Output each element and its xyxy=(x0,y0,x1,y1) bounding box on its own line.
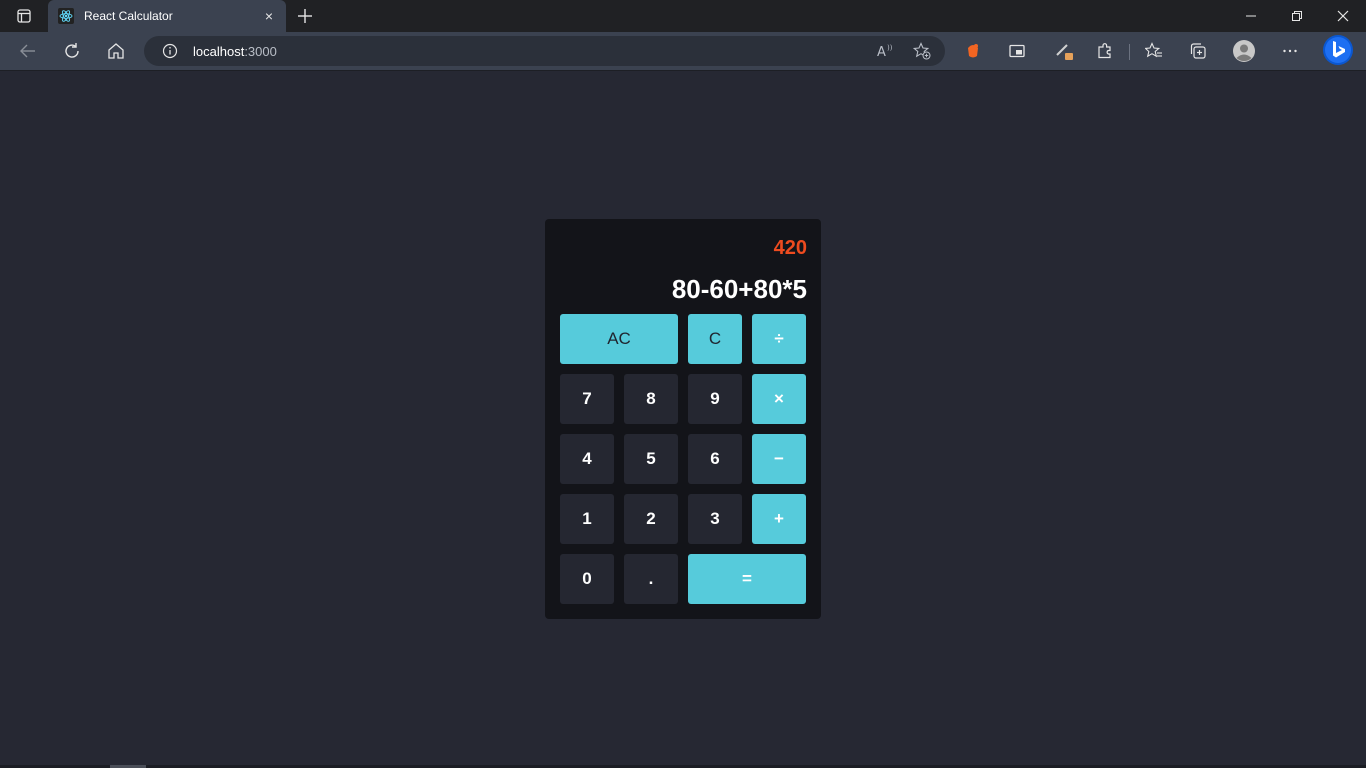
pen-icon xyxy=(1056,44,1073,60)
more-options-icon xyxy=(1283,49,1297,53)
digit-3-button[interactable]: 3 xyxy=(688,494,742,544)
collections-button[interactable] xyxy=(1184,37,1212,65)
arrow-left-icon xyxy=(20,44,35,58)
close-window-button[interactable] xyxy=(1320,0,1366,32)
read-aloud-icon: A )) xyxy=(877,44,893,59)
settings-menu-button[interactable] xyxy=(1276,37,1304,65)
favorites-icon xyxy=(1145,42,1162,58)
digit-1-button[interactable]: 1 xyxy=(560,494,614,544)
digit-9-button[interactable]: 9 xyxy=(688,374,742,424)
tab-actions-button[interactable] xyxy=(0,0,48,32)
minimize-icon xyxy=(1246,15,1256,17)
decimal-point-button[interactable]: . xyxy=(624,554,678,604)
subtract-button[interactable]: − xyxy=(752,434,806,484)
expression-display: 80-60+80*5 xyxy=(671,274,807,304)
bing-icon xyxy=(1323,35,1353,65)
svg-text:A: A xyxy=(877,45,886,59)
digit-4-button[interactable]: 4 xyxy=(560,434,614,484)
browser-tab[interactable]: React Calculator × xyxy=(48,0,286,32)
svg-text:)): )) xyxy=(887,44,893,52)
multiply-button[interactable]: × xyxy=(752,374,806,424)
tab-title: React Calculator xyxy=(84,9,173,23)
orange-extension-icon xyxy=(968,44,978,58)
address-bar[interactable]: localhost:3000 A )) xyxy=(144,36,945,66)
divide-button[interactable]: ÷ xyxy=(752,314,806,364)
close-icon xyxy=(1337,10,1349,22)
plus-icon xyxy=(298,9,312,23)
avatar xyxy=(1233,40,1255,62)
restore-icon xyxy=(1292,11,1302,21)
bing-chat-button[interactable] xyxy=(1322,34,1354,66)
digit-2-button[interactable]: 2 xyxy=(624,494,678,544)
extensions-button[interactable] xyxy=(1091,37,1119,65)
toolbar-border xyxy=(0,70,1366,71)
digit-6-button[interactable]: 6 xyxy=(688,434,742,484)
url-host: localhost xyxy=(193,44,245,59)
back-button[interactable] xyxy=(14,37,42,65)
favorites-button[interactable] xyxy=(1140,37,1168,65)
all-clear-button[interactable]: AC xyxy=(560,314,678,364)
calculator: 420 80-60+80*5 AC C ÷ 7 8 9 × 4 5 6 − 1 … xyxy=(545,219,821,619)
restore-button[interactable] xyxy=(1274,0,1320,32)
picture-in-picture-icon xyxy=(1009,44,1025,58)
add-favorite-button[interactable] xyxy=(912,41,932,61)
equals-button[interactable]: = xyxy=(688,554,806,604)
home-icon xyxy=(108,43,124,59)
home-button[interactable] xyxy=(102,37,130,65)
read-aloud-button[interactable]: A )) xyxy=(876,41,896,61)
digit-7-button[interactable]: 7 xyxy=(560,374,614,424)
tab-actions-icon xyxy=(17,9,31,23)
new-tab-button[interactable] xyxy=(293,4,317,28)
refresh-button[interactable] xyxy=(58,37,86,65)
browser-toolbar: localhost:3000 A )) xyxy=(0,32,1366,70)
minimize-button[interactable] xyxy=(1228,0,1274,32)
digit-8-button[interactable]: 8 xyxy=(624,374,678,424)
refresh-icon xyxy=(65,43,79,58)
collections-icon xyxy=(1190,43,1206,59)
digit-0-button[interactable]: 0 xyxy=(560,554,614,604)
extension-shield-button[interactable] xyxy=(959,37,987,65)
pen-extension-button[interactable] xyxy=(1050,37,1078,65)
puzzle-icon xyxy=(1098,43,1111,59)
add-button[interactable]: + xyxy=(752,494,806,544)
url-port: :3000 xyxy=(244,44,277,59)
url-text[interactable]: localhost:3000 xyxy=(193,44,277,59)
react-logo-icon xyxy=(58,8,74,24)
picture-in-picture-button[interactable] xyxy=(1003,37,1031,65)
result-display: 420 xyxy=(773,237,807,259)
tab-close-button[interactable]: × xyxy=(260,7,278,25)
clear-button[interactable]: C xyxy=(688,314,742,364)
star-add-icon xyxy=(913,42,931,60)
digit-5-button[interactable]: 5 xyxy=(624,434,678,484)
profile-button[interactable] xyxy=(1230,37,1258,65)
toolbar-divider xyxy=(1129,44,1130,60)
info-icon[interactable] xyxy=(162,43,178,59)
